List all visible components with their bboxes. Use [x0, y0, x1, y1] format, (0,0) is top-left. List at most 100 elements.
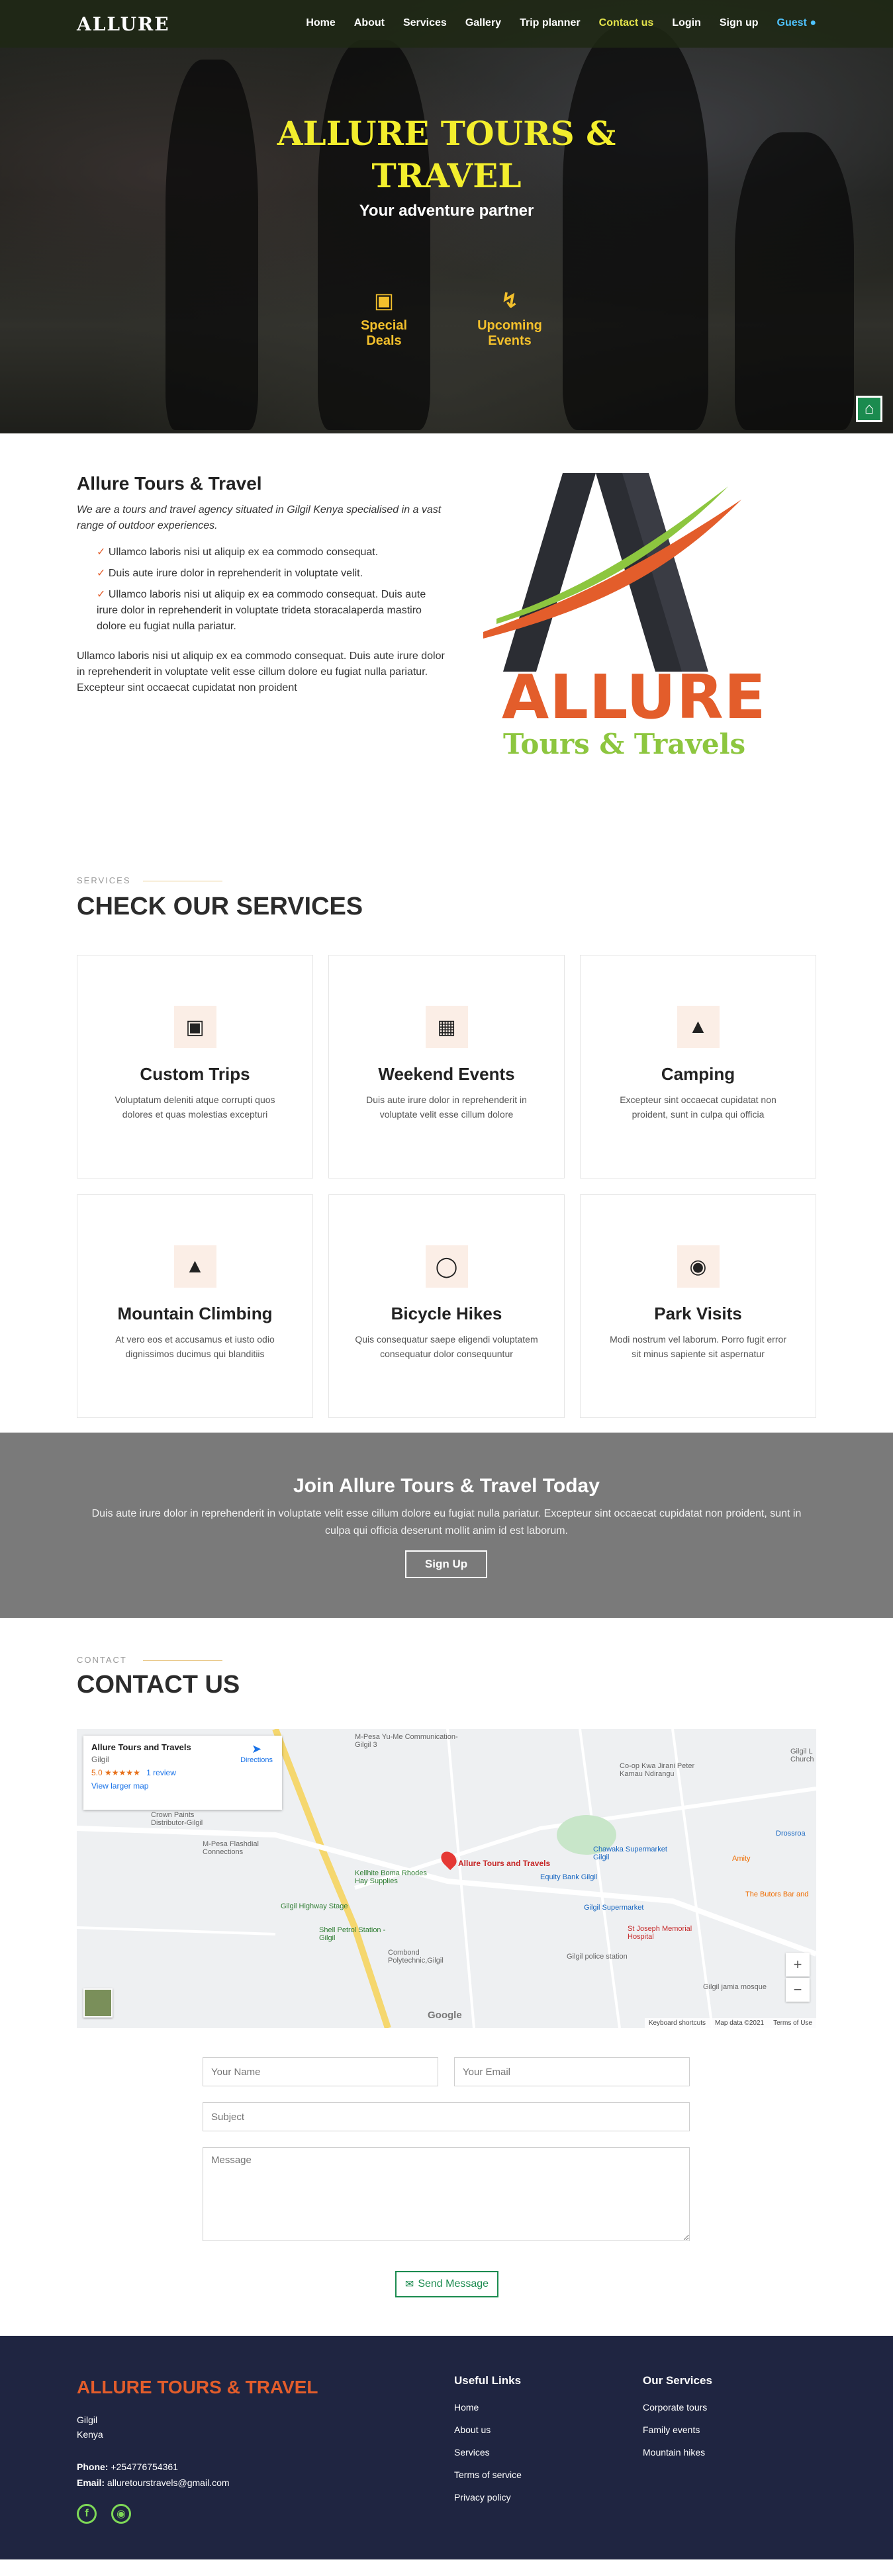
map-label: Gilgil jamia mosque — [703, 1983, 767, 1991]
footer-link-services[interactable]: Services — [454, 2447, 522, 2458]
about-list: ✓ Ullamco laboris nisi ut aliquip ex ea … — [97, 545, 447, 640]
about-outro: Ullamco laboris nisi ut aliquip ex ea co… — [77, 650, 445, 693]
map-keyboard-shortcuts[interactable]: Keyboard shortcuts — [649, 2020, 706, 2027]
footer-link-family-events[interactable]: Family events — [643, 2424, 712, 2435]
email-value[interactable]: alluretourstravels@gmail.com — [107, 2477, 230, 2488]
feature-label: Upcoming — [477, 318, 542, 333]
map-larger-link[interactable]: View larger map — [91, 1781, 274, 1791]
footer-link-terms[interactable]: Terms of service — [454, 2469, 522, 2480]
service-card-camping[interactable]: ▲ Camping Excepteur sint occaecat cupida… — [580, 955, 816, 1178]
email-label: Email: — [77, 2477, 105, 2488]
footer-link-about[interactable]: About us — [454, 2424, 522, 2435]
map-label: Gilgil Highway Stage — [281, 1902, 348, 1910]
service-card-weekend-events[interactable]: ▦ Weekend Events Duis aute irure dolor i… — [328, 955, 565, 1178]
footer-link-corporate-tours[interactable]: Corporate tours — [643, 2402, 712, 2413]
footer-phone: Phone: +254776754361 — [77, 2459, 230, 2475]
list-item-text: Duis aute irure dolor in reprehenderit i… — [108, 568, 363, 579]
services-section: SERVICES CHECK OUR SERVICES ▣ Custom Tri… — [0, 844, 893, 1433]
email-field[interactable] — [454, 2057, 690, 2086]
nav-gallery[interactable]: Gallery — [465, 17, 501, 29]
address-line: Gilgil — [77, 2415, 98, 2425]
feature-label: Events — [488, 333, 532, 348]
service-title: Custom Trips — [140, 1064, 250, 1084]
service-text: Duis aute irure dolor in reprehenderit i… — [366, 1094, 527, 1120]
feature-special-deals[interactable]: ▣ Special Deals — [338, 288, 430, 349]
instagram-icon[interactable]: ◉ — [111, 2504, 131, 2524]
about-intro: We are a tours and travel agency situate… — [77, 504, 442, 531]
map-rating-value: 5.0 — [91, 1768, 103, 1777]
footer-link-privacy[interactable]: Privacy policy — [454, 2492, 522, 2503]
hero-section: ALLURE TOURS & TRAVEL Your adventure par… — [0, 0, 893, 433]
list-item: ✓ Duis aute irure dolor in reprehenderit… — [97, 566, 447, 582]
home-icon[interactable]: ⌂ — [856, 396, 882, 422]
map-footer: Keyboard shortcuts Map data ©2021 Terms … — [644, 2018, 816, 2028]
section-title: CHECK OUR SERVICES — [77, 893, 363, 920]
map-directions[interactable]: ➤ Directions — [240, 1742, 273, 1764]
check-icon: ✓ — [97, 547, 106, 558]
calendar-icon: ▦ — [425, 1006, 468, 1048]
service-card-bicycle-hikes[interactable]: ◯ Bicycle Hikes Quis consequatur saepe e… — [328, 1194, 565, 1418]
sign-up-button[interactable]: Sign Up — [405, 1550, 487, 1578]
logo-tagline: Tours & Travels — [503, 728, 746, 760]
list-item-text: Ullamco laboris nisi ut aliquip ex ea co… — [97, 589, 426, 632]
join-section: Join Allure Tours & Travel Today Duis au… — [0, 1433, 893, 1618]
contact-section: CONTACT CONTACT US Allure Tours and Trav… — [0, 1618, 893, 2336]
feature-upcoming-events[interactable]: ↯ Upcoming Events — [463, 288, 556, 349]
map-pin-label: Allure Tours and Travels — [458, 1859, 551, 1868]
footer-our-services: Our Services Corporate tours Family even… — [643, 2374, 712, 2469]
map-label: Combond Polytechnic,Gilgil — [388, 1949, 444, 1965]
satellite-toggle[interactable] — [83, 1988, 113, 2018]
map-reviews-link[interactable]: 1 review — [146, 1768, 176, 1777]
mountain-icon: ▲ — [173, 1245, 216, 1288]
embedded-map[interactable]: Allure Tours and Travels M-Pesa Yu-Me Co… — [77, 1729, 816, 2028]
send-message-label: Send Message — [418, 2278, 489, 2289]
hero-title: ALLURE TOURS & TRAVEL — [0, 112, 893, 197]
list-item: ✓ Ullamco laboris nisi ut aliquip ex ea … — [97, 587, 447, 635]
footer-link-home[interactable]: Home — [454, 2402, 522, 2413]
facebook-icon[interactable]: f — [77, 2504, 97, 2524]
subject-field[interactable] — [203, 2102, 690, 2131]
zoom-in-button[interactable]: + — [786, 1953, 810, 1976]
about-section: Allure Tours & Travel We are a tours and… — [0, 433, 893, 844]
service-title: Park Visits — [654, 1304, 742, 1323]
footer-brand: ALLURE TOURS & TRAVEL — [77, 2377, 318, 2397]
nav-about[interactable]: About — [354, 17, 385, 29]
section-label: CONTACT — [77, 1655, 222, 1665]
hero-title-line2: TRAVEL — [371, 156, 522, 195]
service-text: Excepteur sint occaecat cupidatat non pr… — [620, 1094, 776, 1120]
name-field[interactable] — [203, 2057, 438, 2086]
address-line: Kenya — [77, 2429, 103, 2440]
bus-icon: ▣ — [373, 289, 395, 312]
nav-guest-label: Guest — [776, 17, 807, 28]
send-message-button[interactable]: ✉ Send Message — [395, 2271, 498, 2297]
check-icon: ✓ — [97, 568, 106, 579]
list-item-text: Ullamco laboris nisi ut aliquip ex ea co… — [108, 547, 379, 558]
service-card-park-visits[interactable]: ◉ Park Visits Modi nostrum vel laborum. … — [580, 1194, 816, 1418]
map-label: Crown Paints Distributor-Gilgil — [151, 1811, 203, 1827]
directions-icon: ➤ — [252, 1742, 262, 1755]
service-text: Quis consequatur saepe eligendi voluptat… — [355, 1334, 538, 1359]
site-logo[interactable]: ALLURE — [77, 13, 170, 35]
nav-login[interactable]: Login — [672, 17, 701, 29]
nav-guest[interactable]: Guest ● — [777, 17, 816, 29]
service-card-mountain-climbing[interactable]: ▲ Mountain Climbing At vero eos et accus… — [77, 1194, 313, 1418]
zoom-out-button[interactable]: − — [786, 1978, 810, 2002]
nav-home[interactable]: Home — [306, 17, 335, 29]
hero-subtitle: Your adventure partner — [359, 202, 534, 220]
nav-services[interactable]: Services — [403, 17, 447, 29]
phone-label: Phone: — [77, 2462, 109, 2472]
hero-title-line1: ALLURE TOURS & — [277, 114, 616, 153]
main-nav: Home About Services Gallery Trip planner… — [306, 17, 816, 29]
allure-logo: ALLURE Tours & Travels — [477, 473, 766, 771]
site-header: ALLURE Home About Services Gallery Trip … — [0, 0, 893, 48]
service-card-custom-trips[interactable]: ▣ Custom Trips Voluptatum deleniti atque… — [77, 955, 313, 1178]
service-text: Modi nostrum vel laborum. Porro fugit er… — [610, 1334, 786, 1359]
map-terms[interactable]: Terms of Use — [773, 2020, 812, 2027]
message-field[interactable] — [203, 2147, 690, 2241]
map-label: Chawaka Supermarket Gilgil — [593, 1845, 667, 1861]
footer-link-mountain-hikes[interactable]: Mountain hikes — [643, 2447, 712, 2458]
nav-sign-up[interactable]: Sign up — [720, 17, 759, 29]
nav-trip-planner[interactable]: Trip planner — [520, 17, 581, 29]
nav-contact-us[interactable]: Contact us — [599, 17, 654, 29]
map-label: Kellhite Boma Rhodes Hay Supplies — [355, 1869, 427, 1885]
